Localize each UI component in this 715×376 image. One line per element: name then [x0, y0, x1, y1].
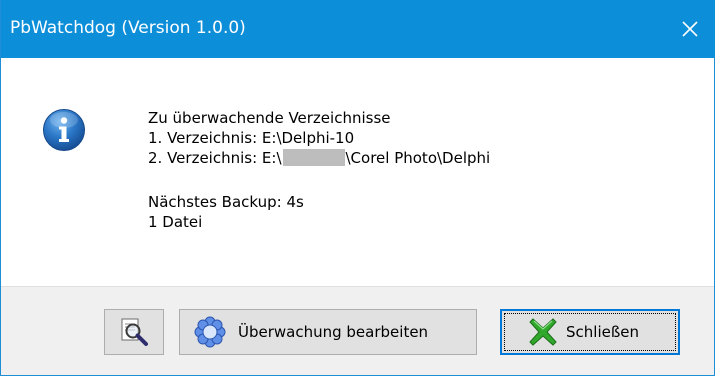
info-icon: [43, 109, 85, 151]
search-button[interactable]: [104, 309, 164, 355]
close-button[interactable]: Schließen: [500, 309, 680, 355]
redacted-block: [282, 149, 345, 166]
window-close-button[interactable]: [664, 0, 715, 58]
window-title: PbWatchdog (Version 1.0.0): [10, 18, 246, 38]
button-bar: Überwachung bearbeiten Schließen: [1, 286, 714, 375]
focus-rectangle: [504, 313, 676, 351]
directory-1: 1. Verzeichnis: E:\Delphi-10: [148, 129, 355, 147]
next-backup-text: Nächstes Backup: 4s: [148, 193, 304, 211]
directory-2: 2. Verzeichnis: E:\ \Corel Photo\Delphi: [148, 148, 490, 168]
file-count-text: 1 Datei: [148, 213, 203, 231]
message-area: Zu überwachende Verzeichnisse 1. Verzeic…: [1, 58, 714, 286]
gear-flower-icon: [194, 316, 226, 348]
dialog-window: PbWatchdog (Version 1.0.0) Zu überwachen…: [0, 0, 715, 376]
directory-2-suffix: \Corel Photo\Delphi: [345, 149, 491, 167]
directory-2-prefix: 2. Verzeichnis: E:\: [148, 149, 282, 167]
magnifier-document-icon: [119, 317, 149, 347]
message-heading: Zu überwachende Verzeichnisse: [148, 109, 391, 127]
edit-monitoring-button[interactable]: Überwachung bearbeiten: [179, 309, 477, 355]
edit-monitoring-label: Überwachung bearbeiten: [238, 323, 429, 341]
title-bar[interactable]: PbWatchdog (Version 1.0.0): [1, 0, 715, 58]
close-icon: [682, 21, 698, 37]
message-text: Zu überwachende Verzeichnisse 1. Verzeic…: [148, 108, 490, 232]
